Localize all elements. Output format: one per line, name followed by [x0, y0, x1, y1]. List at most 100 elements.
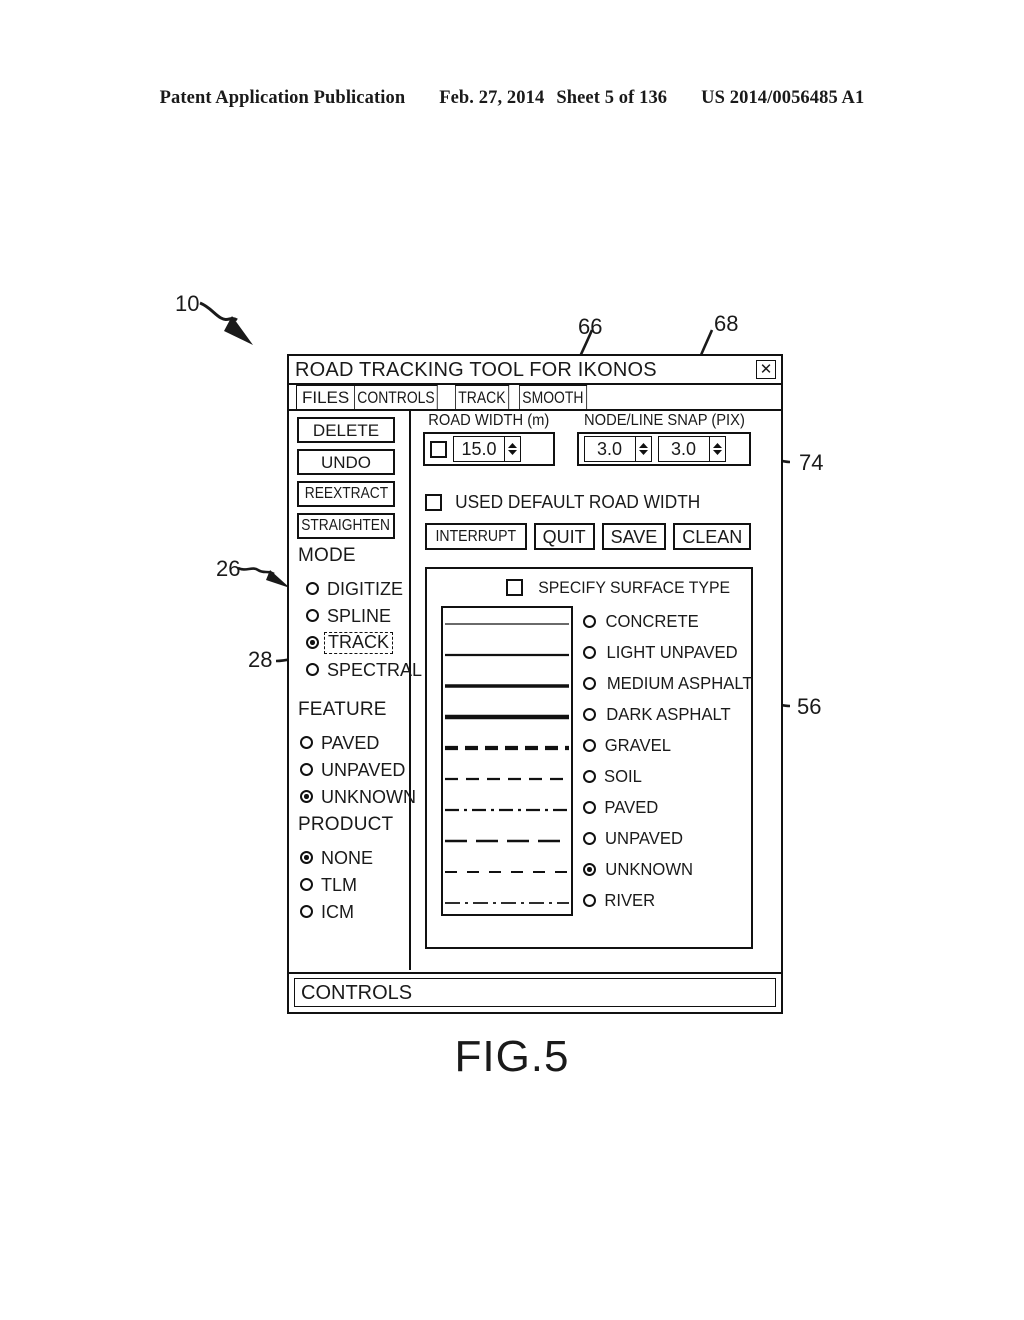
surface-type-list: CONCRETE LIGHT UNPAVED MEDIUM ASPHALT DA…: [583, 606, 756, 916]
surface-type-dark-asphalt[interactable]: DARK ASPHALT: [583, 699, 756, 730]
road-width-group: ROAD WIDTH (m) 15.0: [423, 413, 555, 466]
product-option-icm[interactable]: ICM: [300, 898, 409, 925]
line-style-swatch[interactable]: [443, 887, 571, 918]
line-snap-spin-buttons[interactable]: [708, 437, 725, 461]
quit-button[interactable]: QUIT: [533, 523, 595, 550]
straighten-button[interactable]: STRAIGHTEN: [297, 513, 395, 539]
clean-button[interactable]: CLEAN: [673, 523, 752, 550]
surface-type-gravel-label: GRAVEL: [604, 734, 671, 755]
radio-icon: [300, 905, 313, 918]
feature-group-label: FEATURE: [298, 699, 387, 720]
quit-button-label: QUIT: [542, 526, 586, 547]
straighten-button-label: STRAIGHTEN: [301, 517, 391, 534]
callout-66: 66: [578, 314, 603, 339]
mode-option-track-label: TRACK: [328, 631, 390, 652]
road-width-caption: ROAD WIDTH (m): [423, 413, 555, 429]
surface-type-river[interactable]: RIVER: [583, 885, 756, 916]
feature-option-paved[interactable]: PAVED: [300, 729, 409, 756]
delete-button[interactable]: DELETE: [297, 417, 395, 443]
close-glyph: ✕: [759, 361, 773, 378]
line-snap-value[interactable]: 3.0: [659, 440, 709, 458]
callout-56: 56: [797, 694, 822, 719]
tab-strip: FILES CONTROLS TRACK SMOOTH: [289, 385, 781, 411]
undo-button[interactable]: UNDO: [297, 449, 395, 475]
specify-surface-type-label-text: SPECIFY SURFACE TYPE: [537, 578, 730, 597]
product-option-tlm-label: TLM: [321, 874, 357, 895]
interrupt-button[interactable]: INTERRUPT: [425, 523, 527, 550]
mode-option-digitize[interactable]: DIGITIZE: [306, 575, 409, 602]
radio-icon: [306, 582, 319, 595]
surface-type-light-unpaved-label: LIGHT UNPAVED: [606, 641, 738, 662]
tab-controls[interactable]: CONTROLS: [353, 385, 438, 409]
delete-button-label: DELETE: [312, 420, 380, 440]
callout-10: 10: [175, 291, 200, 316]
radio-icon: [583, 894, 596, 907]
line-style-swatch[interactable]: [443, 856, 571, 887]
tab-track[interactable]: TRACK: [454, 385, 509, 409]
save-button[interactable]: SAVE: [601, 523, 667, 550]
node-snap-spin-buttons[interactable]: [634, 437, 651, 461]
surface-type-concrete[interactable]: CONCRETE: [583, 606, 756, 637]
specify-surface-type-checkbox[interactable]: [505, 579, 523, 596]
action-button-row: INTERRUPT QUIT SAVE CLEAN: [425, 523, 752, 550]
tab-files[interactable]: FILES: [296, 385, 356, 409]
mode-option-spline[interactable]: SPLINE: [306, 602, 409, 629]
callout-68: 68: [714, 311, 739, 336]
road-width-stepper[interactable]: 15.0: [453, 436, 521, 462]
surface-type-unpaved-label: UNPAVED: [605, 827, 683, 848]
line-snap-stepper[interactable]: 3.0: [657, 436, 726, 462]
surface-type-unpaved[interactable]: UNPAVED: [583, 823, 756, 854]
surface-type-unknown[interactable]: UNKNOWN: [583, 854, 756, 885]
surface-type-medium-asphalt[interactable]: MEDIUM ASPHALT: [583, 668, 756, 699]
close-icon[interactable]: ✕: [756, 360, 776, 379]
node-line-snap-box: 3.0 3.0: [576, 432, 752, 466]
use-default-checkbox[interactable]: [425, 493, 442, 511]
callout-28: 28: [248, 647, 273, 672]
mode-option-track[interactable]: TRACK: [306, 629, 409, 656]
surface-type-body: CONCRETE LIGHT UNPAVED MEDIUM ASPHALT DA…: [441, 606, 752, 918]
line-style-swatch[interactable]: [443, 794, 571, 825]
line-style-swatch[interactable]: [443, 701, 571, 732]
road-width-spin-buttons[interactable]: [504, 437, 520, 461]
tab-smooth-label: SMOOTH: [522, 388, 584, 407]
reextract-button[interactable]: REEXTRACT: [297, 481, 395, 507]
surface-type-paved[interactable]: PAVED: [583, 792, 756, 823]
window-title: ROAD TRACKING TOOL FOR IKONOS: [295, 358, 657, 381]
product-option-tlm[interactable]: TLM: [300, 871, 409, 898]
surface-type-gravel[interactable]: GRAVEL: [583, 730, 756, 761]
surface-type-soil[interactable]: SOIL: [583, 761, 756, 792]
road-width-checkbox[interactable]: [430, 440, 447, 458]
line-style-swatch[interactable]: [443, 670, 571, 701]
save-button-label: SAVE: [610, 526, 658, 547]
road-width-value[interactable]: 15.0: [454, 440, 504, 458]
line-style-swatch[interactable]: [443, 763, 571, 794]
line-style-swatch[interactable]: [443, 825, 571, 856]
radio-selected-icon: [300, 851, 313, 864]
surface-type-light-unpaved[interactable]: LIGHT UNPAVED: [583, 637, 756, 668]
use-default-road-width-row[interactable]: USED DEFAULT ROAD WIDTH: [425, 493, 705, 511]
numeric-field-row: ROAD WIDTH (m) 15.0 NODE/LINE SNAP (PIX)…: [423, 413, 773, 466]
product-option-none[interactable]: NONE: [300, 844, 409, 871]
line-style-swatch[interactable]: [443, 608, 571, 639]
radio-icon: [583, 708, 596, 721]
line-style-swatch[interactable]: [443, 639, 571, 670]
radio-icon: [306, 609, 319, 622]
radio-selected-icon: [300, 790, 313, 803]
radio-icon: [583, 801, 596, 814]
patent-figure: 10 66 68 74 26 28 56 ROAD TRACKING TOOL …: [0, 0, 1024, 1320]
node-snap-value[interactable]: 3.0: [585, 440, 635, 458]
node-line-snap-caption-text: NODE/LINE SNAP (PIX): [583, 412, 745, 429]
feature-option-unpaved[interactable]: UNPAVED: [300, 756, 409, 783]
feature-option-unknown-label: UNKNOWN: [321, 786, 416, 807]
tab-files-label: FILES: [302, 388, 350, 407]
line-style-swatch[interactable]: [443, 732, 571, 763]
radio-icon: [300, 736, 313, 749]
node-snap-stepper[interactable]: 3.0: [583, 436, 652, 462]
mode-group-label: MODE: [298, 545, 356, 566]
radio-icon: [583, 832, 596, 845]
tab-smooth[interactable]: SMOOTH: [518, 385, 587, 409]
feature-option-unknown[interactable]: UNKNOWN: [300, 783, 416, 810]
mode-option-spectral[interactable]: SPECTRAL: [306, 656, 422, 683]
specify-surface-type-row[interactable]: SPECIFY SURFACE TYPE: [427, 569, 751, 596]
road-width-caption-text: ROAD WIDTH (m): [428, 412, 550, 429]
